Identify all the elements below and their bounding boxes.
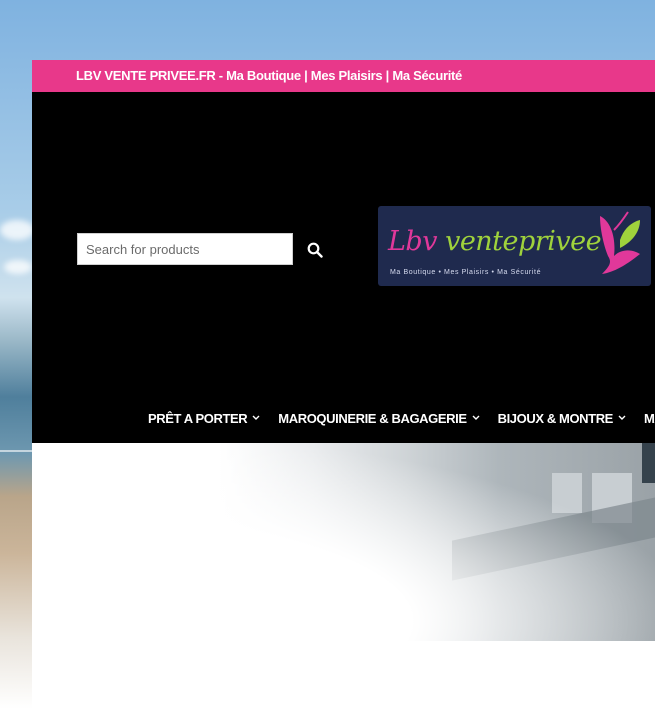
- logo-wordmark: Lbv venteprivee: [388, 226, 602, 257]
- logo-word-venteprivee: venteprivee: [445, 226, 602, 257]
- nav-item-pret-a-porter[interactable]: PRÊT A PORTER: [148, 411, 260, 426]
- site-header: Lbv venteprivee Ma Boutique • Mes Plaisi…: [32, 92, 655, 443]
- hero-banner-image: [32, 443, 655, 641]
- nav-item-label: MAROQUINERIE & BAGAGERIE: [278, 410, 467, 426]
- logo-word-lbv: Lbv: [388, 226, 437, 257]
- top-announcement-text: LBV VENTE PRIVEE.FR - Ma Boutique | Mes …: [76, 68, 462, 83]
- site-container: LBV VENTE PRIVEE.FR - Ma Boutique | Mes …: [32, 60, 655, 709]
- nav-item-maroquinerie-bagagerie[interactable]: MAROQUINERIE & BAGAGERIE: [278, 410, 480, 426]
- nav-item-bijoux-montre[interactable]: BIJOUX & MONTRE: [498, 411, 626, 426]
- product-search-input[interactable]: [77, 233, 293, 265]
- nav-item-label: BIJOUX & MONTRE: [497, 410, 614, 426]
- site-logo[interactable]: Lbv venteprivee Ma Boutique • Mes Plaisi…: [378, 206, 651, 286]
- top-announcement-bar: LBV VENTE PRIVEE.FR - Ma Boutique | Mes …: [32, 60, 655, 92]
- nav-item-truncated[interactable]: MA: [644, 411, 655, 426]
- background-cloud: [4, 260, 32, 274]
- search-button[interactable]: [302, 237, 328, 263]
- chevron-down-icon: [618, 415, 626, 421]
- nav-item-label: PRÊT A PORTER: [148, 410, 248, 426]
- hero-fade-overlay: [32, 443, 655, 641]
- chevron-down-icon: [252, 415, 260, 421]
- logo-tagline: Ma Boutique • Mes Plaisirs • Ma Sécurité: [390, 269, 542, 276]
- main-navigation: PRÊT A PORTER MAROQUINERIE & BAGAGERIE B…: [148, 408, 655, 428]
- search-icon: [307, 242, 323, 258]
- butterfly-logo-icon: [600, 211, 640, 274]
- nav-item-label: MA: [643, 410, 655, 426]
- background-cloud: [0, 220, 34, 240]
- chevron-down-icon: [472, 415, 480, 421]
